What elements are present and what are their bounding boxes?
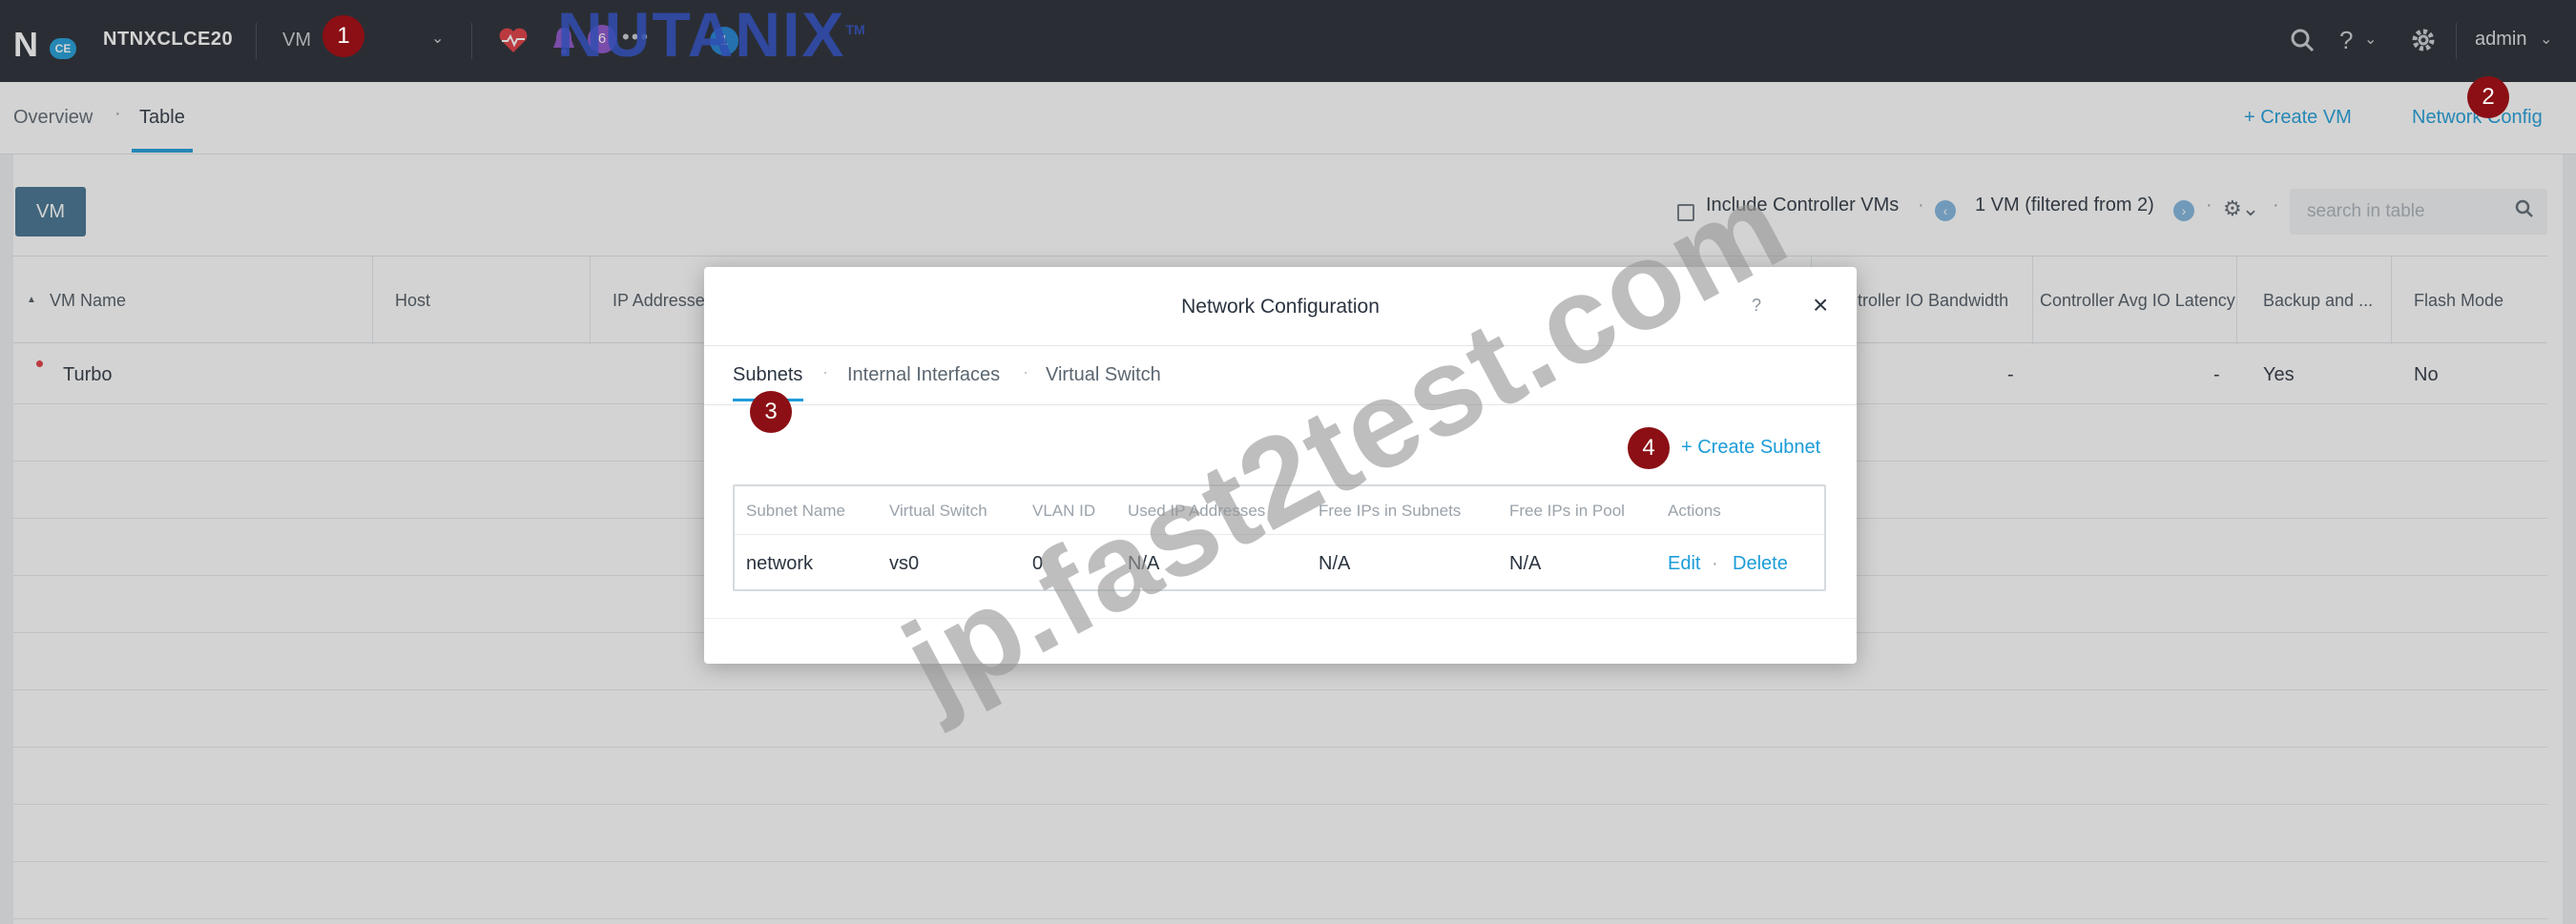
close-icon[interactable]: × (1813, 290, 1828, 320)
tab-separator: · (1023, 362, 1028, 381)
subnet-table: Subnet Name Virtual Switch VLAN ID Used … (733, 484, 1826, 591)
free-ips-pool-cell: N/A (1509, 553, 1542, 574)
step-marker: 4 (1628, 427, 1670, 469)
step-marker: 2 (2467, 76, 2509, 118)
dialog-title: Network Configuration (1181, 296, 1380, 318)
step-marker: 1 (322, 15, 364, 57)
divider (704, 345, 1857, 346)
column-header: Virtual Switch (889, 502, 987, 520)
column-header: Subnet Name (746, 502, 845, 520)
column-header: Used IP Addresses (1128, 502, 1266, 520)
delete-link[interactable]: Delete (1733, 553, 1788, 575)
tab-internal-interfaces[interactable]: Internal Interfaces (847, 364, 1000, 386)
column-header: VLAN ID (1032, 502, 1096, 520)
tab-separator: · (822, 362, 828, 381)
network-configuration-dialog: Network Configuration ? × Subnets · Inte… (704, 267, 1857, 664)
column-header: Free IPs in Pool (1509, 502, 1625, 520)
tab-virtual-switch[interactable]: Virtual Switch (1046, 364, 1161, 386)
help-icon[interactable]: ? (1752, 296, 1761, 316)
column-header: Free IPs in Subnets (1319, 502, 1462, 520)
virtual-switch-cell: vs0 (889, 553, 920, 574)
divider (704, 618, 1857, 619)
free-ips-subnets-cell: N/A (1319, 553, 1351, 574)
used-ips-cell: N/A (1128, 553, 1160, 574)
create-subnet-link[interactable]: + Create Subnet (1681, 437, 1820, 459)
edit-link[interactable]: Edit (1668, 553, 1700, 575)
action-separator: · (1712, 553, 1718, 574)
divider (704, 404, 1857, 405)
divider (735, 534, 1824, 535)
column-header: Actions (1668, 502, 1721, 520)
tab-subnets[interactable]: Subnets (733, 364, 802, 386)
step-marker: 3 (750, 391, 792, 433)
vlan-id-cell: 0 (1032, 553, 1044, 574)
subnet-name-cell: network (746, 553, 814, 574)
